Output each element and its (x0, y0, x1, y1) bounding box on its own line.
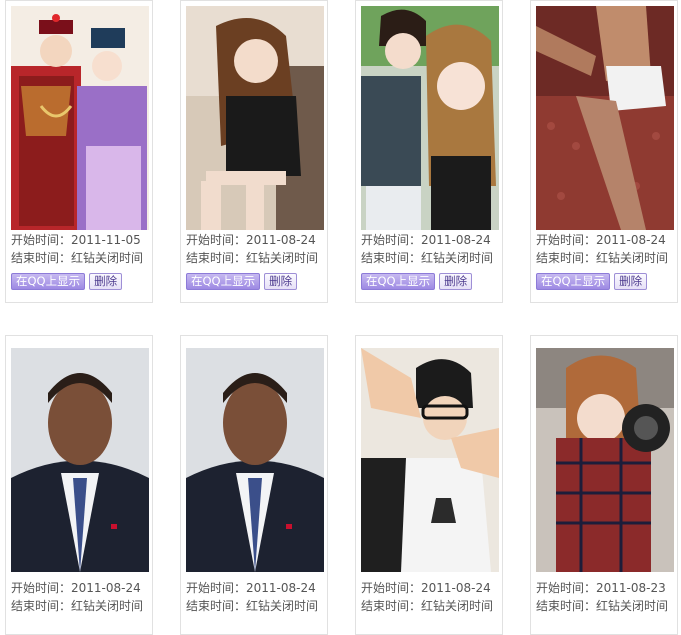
show-in-qq-button[interactable]: 在QQ上显示 (536, 273, 611, 290)
photo-card: 开始时间：2011-11-05 结束时间：红钻关闭时间 在QQ上显示 删除 (5, 0, 153, 303)
start-time: 开始时间：2011-08-23 (536, 581, 666, 595)
end-time: 结束时间：红钻关闭时间 (11, 251, 144, 265)
card-photo[interactable] (11, 348, 149, 572)
show-in-qq-button[interactable]: 在QQ上显示 (186, 273, 261, 290)
delete-button[interactable]: 删除 (439, 273, 473, 290)
end-time: 结束时间：红钻关闭时间 (361, 599, 494, 613)
card-photo[interactable] (11, 6, 149, 230)
end-time: 结束时间：红钻关闭时间 (536, 251, 669, 265)
card-photo[interactable] (361, 348, 499, 572)
start-time: 开始时间：2011-08-24 (186, 233, 316, 247)
start-time: 开始时间：2011-11-05 (11, 233, 141, 247)
start-time: 开始时间：2011-08-24 (361, 581, 491, 595)
start-time: 开始时间：2011-08-24 (361, 233, 491, 247)
photo-card: 开始时间：2011-08-24 结束时间：红钻关闭时间 (355, 335, 503, 635)
photo-card: 开始时间：2011-08-24 结束时间：红钻关闭时间 (180, 335, 328, 635)
show-in-qq-button[interactable]: 在QQ上显示 (11, 273, 86, 290)
end-time: 结束时间：红钻关闭时间 (536, 599, 669, 613)
start-time: 开始时间：2011-08-24 (11, 581, 141, 595)
start-time: 开始时间：2011-08-24 (186, 581, 316, 595)
photo-card: 开始时间：2011-08-24 结束时间：红钻关闭时间 在QQ上显示 删除 (530, 0, 678, 303)
card-photo[interactable] (186, 6, 324, 230)
photo-card: 开始时间：2011-08-24 结束时间：红钻关闭时间 在QQ上显示 删除 (180, 0, 328, 303)
end-time: 结束时间：红钻关闭时间 (186, 251, 319, 265)
show-in-qq-button[interactable]: 在QQ上显示 (361, 273, 436, 290)
card-photo[interactable] (536, 348, 674, 572)
delete-button[interactable]: 删除 (89, 273, 123, 290)
start-time: 开始时间：2011-08-24 (536, 233, 666, 247)
card-photo[interactable] (536, 6, 674, 230)
end-time: 结束时间：红钻关闭时间 (11, 599, 144, 613)
card-photo[interactable] (186, 348, 324, 572)
delete-button[interactable]: 删除 (264, 273, 298, 290)
card-photo[interactable] (361, 6, 499, 230)
delete-button[interactable]: 删除 (614, 273, 648, 290)
photo-card: 开始时间：2011-08-24 结束时间：红钻关闭时间 (5, 335, 153, 635)
end-time: 结束时间：红钻关闭时间 (186, 599, 319, 613)
photo-card: 开始时间：2011-08-24 结束时间：红钻关闭时间 在QQ上显示 删除 (355, 0, 503, 303)
photo-card: 开始时间：2011-08-23 结束时间：红钻关闭时间 (530, 335, 678, 635)
end-time: 结束时间：红钻关闭时间 (361, 251, 494, 265)
